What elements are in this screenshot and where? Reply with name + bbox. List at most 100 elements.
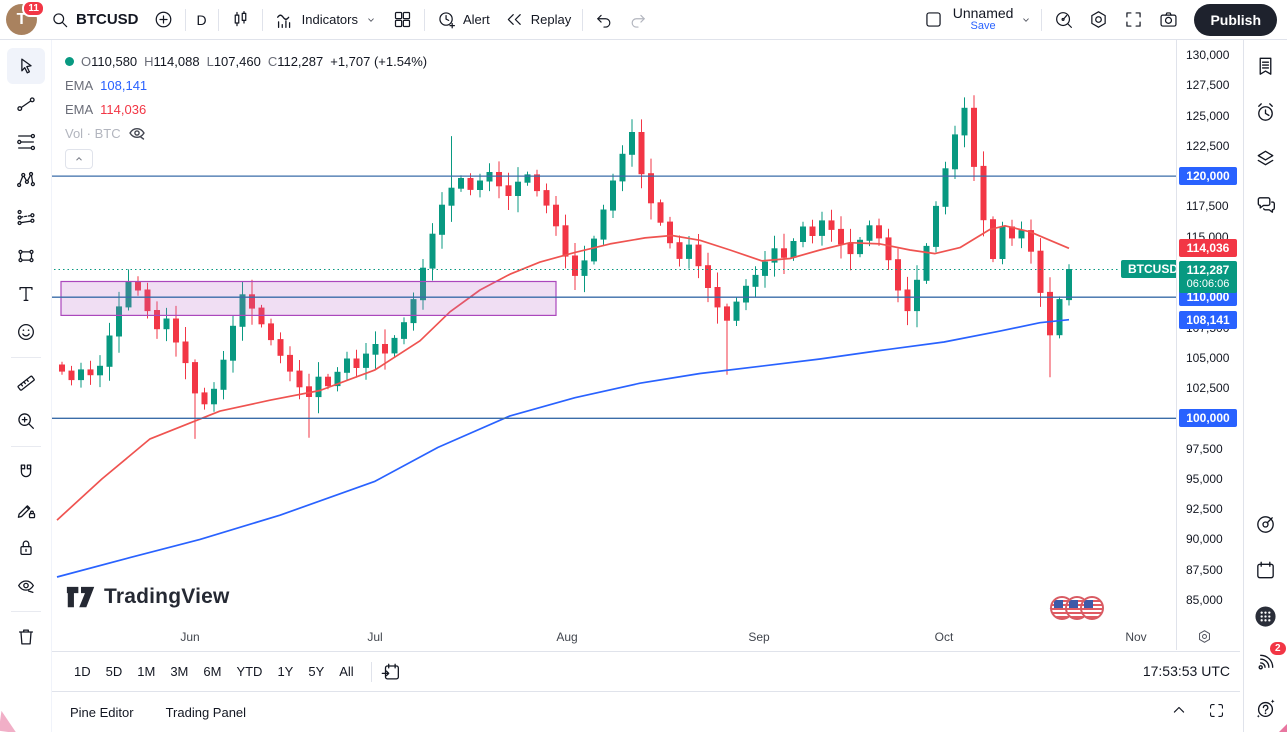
candle	[383, 345, 388, 354]
redo-button[interactable]	[621, 6, 655, 34]
layout-button[interactable]	[916, 5, 951, 34]
alarm-clock-panel-button[interactable]	[1248, 94, 1284, 130]
calendar-panel-button[interactable]	[1248, 552, 1284, 588]
volume-row[interactable]: Vol · BTC	[65, 121, 427, 145]
candle	[69, 371, 74, 380]
time-axis-label: Aug	[556, 630, 577, 644]
eye-off-icon[interactable]	[128, 125, 146, 141]
snapshot-button[interactable]	[1151, 5, 1186, 34]
candle	[231, 326, 236, 360]
eye-hide-tool-button[interactable]	[7, 568, 45, 604]
range-button-5y[interactable]: 5Y	[302, 660, 330, 683]
chart-style-button[interactable]	[223, 5, 258, 34]
apps-panel-button[interactable]	[1248, 598, 1284, 634]
range-button-6m[interactable]: 6M	[197, 660, 227, 683]
candle	[915, 280, 920, 310]
publish-button[interactable]: Publish	[1194, 4, 1277, 36]
quick-search-button[interactable]	[1046, 5, 1081, 34]
text-tool-button[interactable]	[7, 276, 45, 312]
chart-pane[interactable]: O110,580 H114,088 L107,460 C112,287 +1,7…	[52, 40, 1176, 625]
candle	[934, 206, 939, 246]
notification-badge: 2	[1270, 642, 1286, 655]
range-button-1m[interactable]: 1M	[131, 660, 161, 683]
corner-decoration	[0, 711, 19, 732]
time-axis-label: Sep	[748, 630, 769, 644]
legend-collapse-button[interactable]	[65, 149, 93, 169]
range-button-all[interactable]: All	[333, 660, 359, 683]
candle	[212, 389, 217, 404]
settings-button[interactable]	[1081, 5, 1116, 34]
candle	[877, 226, 882, 238]
range-button-1d[interactable]: 1D	[68, 660, 97, 683]
series-status-dot	[65, 57, 74, 66]
candle	[582, 261, 587, 276]
candle	[430, 234, 435, 268]
emoji-tool-button[interactable]	[7, 314, 45, 350]
target-panel-button[interactable]	[1248, 506, 1284, 542]
indicators-button[interactable]: Indicators	[267, 5, 385, 35]
layout-name-button[interactable]: Unnamed Save	[951, 7, 1016, 33]
help-panel-button[interactable]	[1248, 690, 1284, 726]
time-axis[interactable]: JunJulAugSepOctNov	[52, 625, 1176, 651]
candle	[364, 354, 369, 367]
trash-tool-button[interactable]	[7, 619, 45, 655]
plus-circle-icon	[153, 9, 174, 30]
price-zone-drawing[interactable]	[61, 282, 556, 316]
range-button-3m[interactable]: 3M	[164, 660, 194, 683]
chat-panel-button[interactable]	[1248, 186, 1284, 222]
chart-legend: O110,580 H114,088 L107,460 C112,287 +1,7…	[65, 49, 427, 169]
user-avatar[interactable]: T 11	[6, 4, 37, 35]
compare-add-button[interactable]	[146, 5, 181, 34]
price-axis[interactable]: 85,00087,50090,00092,50095,00097,500100,…	[1176, 40, 1240, 650]
ohlc-row[interactable]: O110,580 H114,088 L107,460 C112,287 +1,7…	[65, 49, 427, 73]
rectangle-tool-button[interactable]	[7, 238, 45, 274]
price-tick: 97,500	[1186, 442, 1223, 456]
status-item-trading-panel[interactable]: Trading Panel	[166, 705, 246, 720]
candle	[297, 371, 302, 387]
undo-button[interactable]	[587, 6, 621, 34]
candle	[373, 345, 378, 355]
xabcd-pattern-tool-button[interactable]	[7, 162, 45, 198]
replay-button[interactable]: Replay	[497, 5, 578, 34]
axis-settings-gear-icon[interactable]	[1196, 628, 1213, 645]
cursor-tool-button[interactable]	[7, 48, 45, 84]
fullscreen-button[interactable]	[1116, 5, 1151, 34]
go-to-date-icon[interactable]	[380, 661, 402, 683]
trend-line-tool-button[interactable]	[7, 86, 45, 122]
indicator-templates-button[interactable]	[385, 5, 420, 34]
ema-slow-line[interactable]	[57, 320, 1069, 577]
chevron-up-icon[interactable]	[1169, 700, 1189, 720]
chevron-down-icon[interactable]	[1019, 13, 1033, 27]
watchlist-panel-button[interactable]	[1248, 48, 1284, 84]
broadcast-panel-button[interactable]: 2	[1248, 644, 1284, 680]
candle	[535, 175, 540, 191]
interval-button[interactable]: D	[190, 8, 214, 32]
range-button-1y[interactable]: 1Y	[271, 660, 299, 683]
status-item-pine-editor[interactable]: Pine Editor	[70, 705, 134, 720]
range-button-5d[interactable]: 5D	[100, 660, 129, 683]
candle	[829, 221, 834, 230]
range-button-ytd[interactable]: YTD	[230, 660, 268, 683]
clock-utc[interactable]: 17:53:53 UTC	[1143, 663, 1230, 679]
economic-event-icons[interactable]: ✦	[1048, 596, 1104, 620]
save-label: Save	[971, 20, 996, 33]
ema-slow-row[interactable]: EMA 114,036	[65, 97, 427, 121]
candle	[107, 336, 112, 366]
emoji-icon	[15, 321, 37, 343]
layers-panel-button[interactable]	[1248, 140, 1284, 176]
ema-fast-row[interactable]: EMA 108,141	[65, 73, 427, 97]
fib-retracement-tool-button[interactable]	[7, 124, 45, 160]
lock-tool-button[interactable]	[7, 530, 45, 566]
last-price-badge: 112,28706:06:06	[1179, 261, 1237, 293]
forecast-tool-button[interactable]	[7, 200, 45, 236]
ruler-tool-button[interactable]	[7, 365, 45, 401]
target-icon	[1254, 513, 1277, 536]
maximize-panel-icon[interactable]	[1207, 700, 1226, 720]
candle	[668, 222, 673, 243]
magnet-tool-button[interactable]	[7, 454, 45, 490]
symbol-search-button[interactable]: BTCUSD	[43, 6, 146, 34]
draw-pencil-tool-button[interactable]	[7, 492, 45, 528]
alert-button[interactable]: Alert	[429, 5, 497, 34]
tradingview-watermark: TradingView	[66, 585, 230, 609]
zoom-in-tool-button[interactable]	[7, 403, 45, 439]
